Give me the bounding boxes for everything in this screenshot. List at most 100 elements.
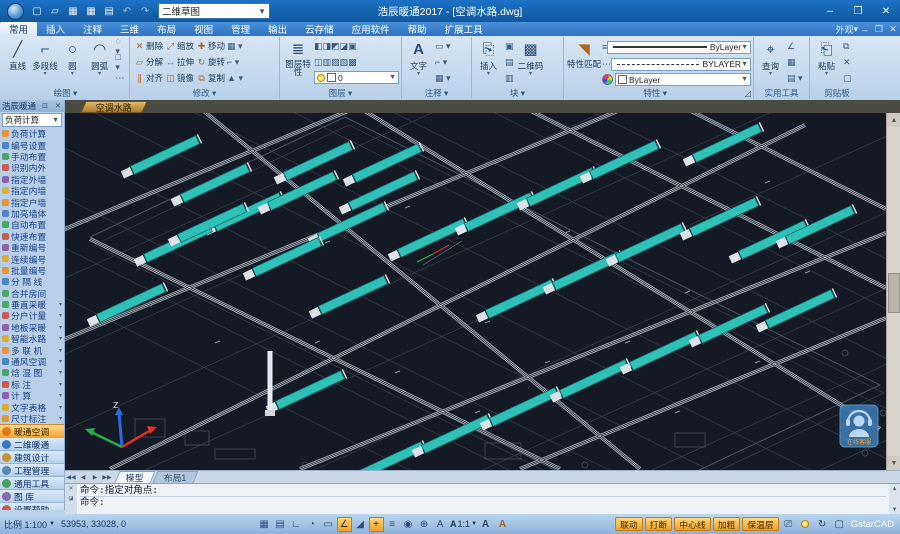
anchor-icon[interactable]: ◪ [69, 494, 73, 502]
table-icon[interactable]: ▦ ▾ [435, 70, 451, 86]
edit-block-icon[interactable]: ▤ [505, 54, 514, 70]
scrollbar-thumb[interactable] [888, 273, 900, 313]
mdi-close-icon[interactable]: ✕ [886, 24, 900, 35]
sidebar-group-8[interactable]: 标 注▾ [0, 379, 64, 390]
ribbon-tab-5[interactable]: 布局 [148, 22, 185, 36]
array-icon[interactable]: ▦ ▾ [227, 38, 243, 54]
hvac-toggle-3[interactable]: 中心线 [674, 517, 710, 531]
create-block-icon[interactable]: ▣ [505, 38, 514, 54]
redo-icon[interactable]: ↷ [137, 3, 153, 19]
layer-iso-icon[interactable]: ▣ [348, 38, 357, 54]
sidebar-category-2[interactable]: 二维暖通 [0, 437, 64, 450]
linetype-combo[interactable]: BYLAYER ▼ [611, 58, 751, 71]
fillet-icon[interactable]: ⌐ ▾ [227, 54, 243, 70]
palette-dropdown[interactable]: 负荷计算 ▼ [2, 113, 62, 127]
trim-icon[interactable]: ▲ ▾ [227, 70, 243, 86]
id-point-icon[interactable]: ∠ [787, 38, 803, 54]
panel-modify-label[interactable]: 修改 ▾ [132, 87, 277, 99]
workspace-dropdown[interactable]: 二维草图 ▼ [158, 3, 270, 19]
ribbon-tab-11[interactable]: 帮助 [399, 22, 436, 36]
explode-button[interactable]: ▱分解 [134, 54, 163, 70]
scroll-up-icon[interactable]: ▲ [887, 113, 900, 127]
annotation-scale-dropdown[interactable]: A 1:1 ▼ A A [450, 517, 511, 532]
fullscreen-icon[interactable]: ▢ [832, 517, 847, 532]
move-button[interactable]: ✚移动 [196, 38, 225, 54]
osnap-icon[interactable]: ∠ [337, 517, 352, 532]
layer-combo[interactable]: 0 ▼ [314, 71, 399, 84]
ribbon-tab-4[interactable]: 三维 [111, 22, 148, 36]
clean-screen-icon[interactable]: ⎚ [781, 517, 796, 532]
palette-header[interactable]: 浩辰暖通 ⊡ ✕ [0, 100, 64, 112]
ribbon-tab-3[interactable]: 注释 [74, 22, 111, 36]
select-cycle-icon[interactable]: ⊕ [417, 517, 432, 532]
panel-block-label[interactable]: 块 ▾ [474, 87, 561, 99]
panel-layer-label[interactable]: 图层 ▾ [282, 87, 399, 99]
sidebar-category-7[interactable]: 设置帮助 [0, 502, 64, 510]
dyn-input-icon[interactable]: + [369, 517, 384, 532]
panel-clipboard-label[interactable]: 剪贴板 [812, 87, 862, 99]
qr-code-button[interactable]: ▩ 二维码 ▾ [515, 38, 547, 77]
scroll-down-icon[interactable]: ▼ [887, 456, 900, 470]
layer-lock-icon[interactable]: ◪ [340, 38, 349, 54]
plot-icon[interactable]: ▤ [101, 3, 117, 19]
rect-icon[interactable]: ▭ [321, 517, 336, 532]
layer-on-icon[interactable]: ◧ [314, 38, 323, 54]
layer-merge-icon[interactable]: ▨ [331, 54, 340, 70]
pin-icon[interactable]: ⊡ [41, 102, 49, 110]
command-window[interactable]: ✕ ◪ 命令:指定对角点: 命令: ▲▼ [65, 483, 900, 514]
insert-button[interactable]: ⎘ 插入 ▾ [475, 38, 502, 77]
command-text-area[interactable]: 命令:指定对角点: 命令: [77, 484, 889, 514]
scale-dropdown[interactable]: 比例 1:100 ▼ [4, 518, 55, 531]
support-watermark[interactable]: 在线客服 [840, 405, 878, 447]
ribbon-tab-12[interactable]: 扩展工具 [436, 22, 492, 36]
lineweight-icon[interactable]: ≡ [385, 517, 400, 532]
layer-walk-icon[interactable]: ▧ [340, 54, 349, 70]
minimize-button[interactable]: – [816, 1, 844, 21]
first-tab-icon[interactable]: ◀◀ [65, 472, 77, 483]
app-logo[interactable] [2, 1, 28, 21]
drawing-canvas[interactable]: Z在线客服 [65, 113, 886, 470]
list-icon[interactable]: ▤ ▾ [787, 70, 803, 86]
hvac-toggle-2[interactable]: 打断 [645, 517, 673, 531]
annot-vis-icon[interactable]: A [478, 517, 493, 532]
rotate-button[interactable]: ↻旋转 [196, 54, 225, 70]
undo-icon[interactable]: ↶ [119, 3, 135, 19]
sidebar-category-4[interactable]: 工程管理 [0, 463, 64, 476]
align-button[interactable]: ∥对齐 [134, 70, 163, 86]
maximize-button[interactable]: ❐ [844, 1, 872, 21]
layer-off-icon[interactable]: ◨ [323, 38, 332, 54]
snap-icon[interactable]: ▤ [273, 517, 288, 532]
layout-tab-模型[interactable]: 模型 [115, 471, 155, 483]
rectangle-icon[interactable]: □ ▾ [115, 54, 127, 70]
appearance-menu[interactable]: 外观▾ – ❐ ✕ [835, 23, 900, 36]
ribbon-tab-1[interactable]: 常用 [0, 22, 37, 36]
panel-launcher-icon[interactable]: ◿ [744, 87, 751, 99]
inquiry-button[interactable]: ⌖ 查询 ▾ [757, 38, 784, 77]
panel-properties-label[interactable]: 特性 ▾ ◿ [566, 87, 751, 99]
scale-button[interactable]: ⤢缩放 [165, 38, 194, 54]
save-as-icon[interactable]: ▦ [83, 3, 99, 19]
copy-base-icon[interactable]: ▢ [843, 70, 852, 86]
panel-utilities-label[interactable]: 实用工具 [756, 87, 807, 99]
ribbon-tab-2[interactable]: 插入 [37, 22, 74, 36]
text-button[interactable]: A 文字 ▾ [405, 38, 432, 77]
ribbon-tab-10[interactable]: 应用软件 [343, 22, 399, 36]
panel-draw-label[interactable]: 绘图 ▾ [4, 87, 127, 99]
layer-prev-icon[interactable]: ▥ [323, 54, 332, 70]
erase-button[interactable]: ✕删除 [134, 38, 163, 54]
paste-button[interactable]: ⎗ 粘贴 ▾ [813, 38, 840, 77]
grid-icon[interactable]: ▦ [257, 517, 272, 532]
calculator-icon[interactable]: ▦ [787, 54, 803, 70]
layer-freeze-icon[interactable]: ◩ [331, 38, 340, 54]
layer-match-icon[interactable]: ◫ [314, 54, 323, 70]
layout-tab-布局1[interactable]: 布局1 [152, 471, 197, 483]
mirror-button[interactable]: ◫镜像 [165, 70, 194, 86]
stretch-button[interactable]: ↔拉伸 [165, 54, 194, 70]
mdi-restore-icon[interactable]: ❐ [872, 24, 886, 35]
hvac-toggle-4[interactable]: 加粗 [713, 517, 741, 531]
last-tab-icon[interactable]: ▶▶ [101, 472, 113, 483]
open-file-icon[interactable]: ▱ [47, 3, 63, 19]
draw-button-4[interactable]: ◠圆弧▾ [87, 38, 112, 77]
lineweight-combo[interactable]: ByLayer ▼ [607, 41, 751, 54]
line-button[interactable]: ╱直线 [5, 38, 30, 72]
